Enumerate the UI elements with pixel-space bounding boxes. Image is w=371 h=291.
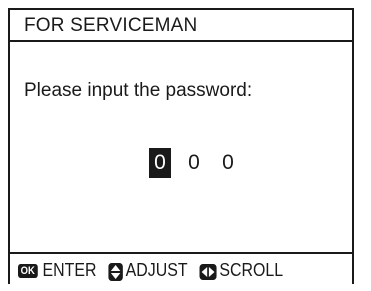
up-down-arrow-icon — [108, 263, 124, 281]
enter-hint-label: ENTER — [42, 259, 97, 280]
left-right-arrow-icon — [199, 264, 217, 280]
password-digit-3[interactable]: 0 — [217, 148, 239, 178]
page-title: FOR SERVICEMAN — [24, 15, 198, 36]
password-prompt: Please input the password: — [24, 80, 253, 101]
key-hint-bar: OK ENTER ADJUST SCROLL — [10, 252, 352, 284]
password-digit-2[interactable]: 0 — [183, 148, 205, 178]
ok-button-icon: OK — [18, 264, 38, 278]
password-digit-1[interactable]: 0 — [149, 148, 171, 178]
scroll-hint-label: SCROLL — [219, 259, 284, 280]
password-input[interactable]: 0 0 0 — [149, 148, 239, 178]
title-bar: FOR SERVICEMAN — [10, 10, 352, 42]
adjust-hint-label: ADJUST — [125, 259, 188, 280]
service-screen: FOR SERVICEMAN Please input the password… — [8, 8, 354, 284]
